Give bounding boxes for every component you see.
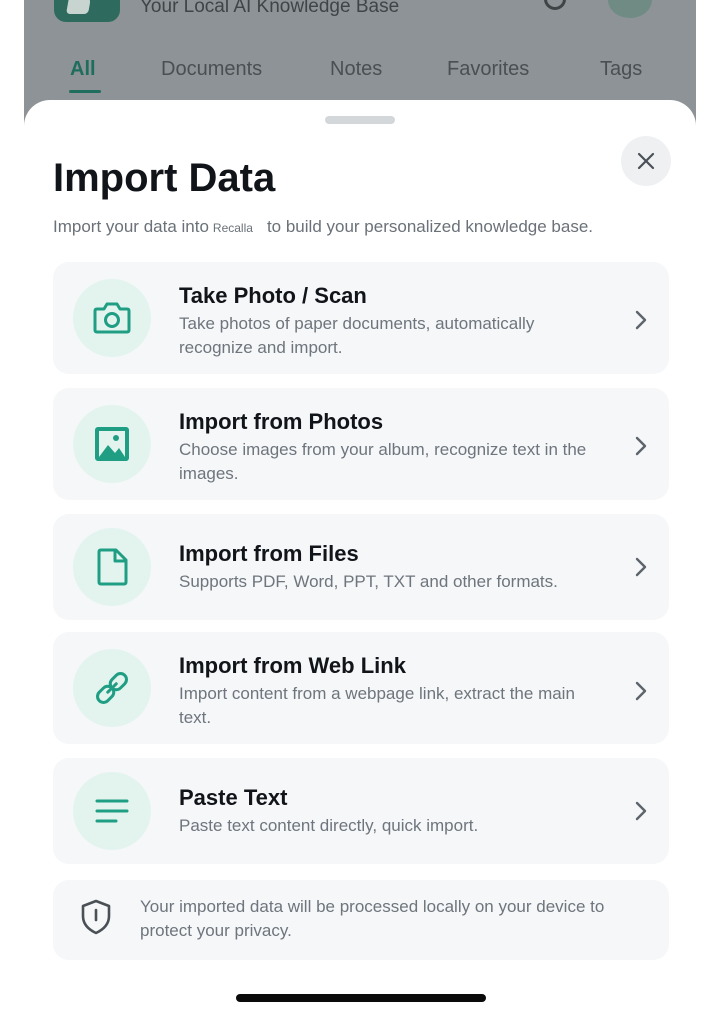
icon-circle	[73, 528, 151, 606]
sheet-description: Import your data into Recalla to build you…	[53, 217, 593, 237]
tab-tags: Tags	[600, 58, 643, 80]
icon-circle	[73, 772, 151, 850]
app-logo	[54, 0, 120, 22]
chevron-right-icon	[635, 436, 647, 456]
close-button[interactable]	[621, 136, 671, 186]
active-tab-indicator	[69, 90, 101, 93]
home-indicator[interactable]	[236, 994, 486, 1002]
drag-handle[interactable]	[325, 116, 395, 124]
option-import-photos[interactable]: Import from Photos Choose images from yo…	[53, 388, 669, 500]
tab-all: All	[70, 58, 96, 80]
option-title: Import from Photos	[179, 409, 384, 434]
link-icon	[96, 672, 128, 704]
logo-mark	[66, 0, 92, 14]
file-icon	[97, 548, 128, 586]
tab-notes: Notes	[330, 58, 383, 80]
search-icon	[544, 0, 566, 10]
chevron-right-icon	[635, 310, 647, 330]
sheet-title: Import Data	[53, 156, 276, 200]
image-icon	[95, 427, 129, 461]
tab-bar: All Documents Notes Favorites Tags	[24, 56, 696, 96]
description-before: Import your data into	[53, 217, 209, 236]
option-paste-text[interactable]: Paste Text Paste text content directly, …	[53, 758, 669, 864]
icon-circle	[73, 405, 151, 483]
option-description: Import content from a webpage link, extr…	[179, 684, 575, 727]
chevron-right-icon	[635, 801, 647, 821]
tab-documents: Documents	[161, 58, 263, 80]
icon-circle	[73, 649, 151, 727]
chevron-right-icon	[635, 557, 647, 577]
option-title: Import from Web Link	[179, 653, 406, 678]
chevron-right-icon	[635, 681, 647, 701]
close-icon	[637, 152, 655, 170]
option-description: Choose images from your album, recognize…	[179, 440, 587, 483]
text-lines-icon	[95, 799, 129, 823]
option-title: Paste Text	[179, 785, 288, 810]
option-title: Import from Files	[179, 541, 359, 566]
icon-circle	[73, 279, 151, 357]
description-after: to build your personalized knowledge bas…	[266, 217, 593, 236]
option-import-files[interactable]: Import from Files Supports PDF, Word, PP…	[53, 514, 669, 620]
privacy-text: Your imported data will be processed loc…	[140, 897, 605, 940]
app-subtitle: Your Local AI Knowledge Base	[140, 0, 400, 17]
option-description: Supports PDF, Word, PPT, TXT and other f…	[179, 572, 558, 591]
option-description: Paste text content directly, quick impor…	[179, 816, 479, 835]
camera-icon	[93, 302, 131, 334]
shield-icon	[81, 899, 111, 935]
option-import-web-link[interactable]: Import from Web Link Import content from…	[53, 632, 669, 744]
import-data-sheet: Import Data Import your data into Recalla…	[24, 100, 696, 1021]
option-take-photo[interactable]: Take Photo / Scan Take photos of paper d…	[53, 262, 669, 374]
option-description: Take photos of paper documents, automati…	[179, 314, 535, 357]
app-name: Recalla	[212, 221, 253, 235]
tab-favorites: Favorites	[447, 58, 530, 80]
screen: Your Local AI Knowledge Base All Documen…	[0, 0, 720, 1021]
add-button	[608, 0, 652, 18]
privacy-note: Your imported data will be processed loc…	[53, 880, 669, 960]
option-title: Take Photo / Scan	[179, 283, 367, 308]
